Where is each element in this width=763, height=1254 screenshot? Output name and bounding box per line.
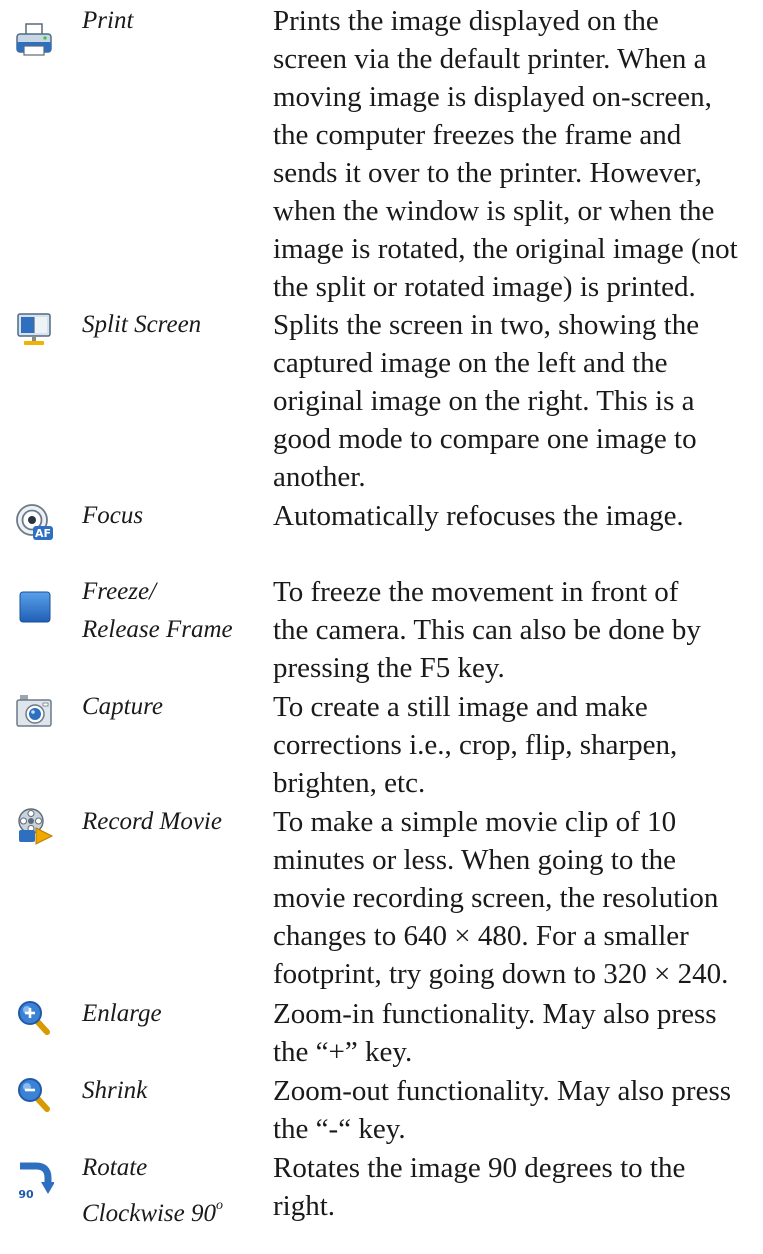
printer-icon[interactable] — [14, 20, 54, 60]
function-description: Rotates the image 90 degrees to the righ… — [273, 1152, 686, 1222]
function-name: Record Movie — [82, 803, 272, 841]
function-name: Shrink — [82, 1072, 272, 1110]
function-description: Splits the screen in two, showing the ca… — [273, 309, 700, 493]
autofocus-icon[interactable]: AF — [14, 502, 54, 542]
function-name-line-text: Clockwise 90 — [82, 1200, 217, 1227]
function-name: Rotate Clockwise 90o — [82, 1149, 272, 1233]
freeze-frame-icon[interactable] — [14, 588, 54, 628]
function-name-line: Record Movie — [82, 808, 222, 835]
function-reference-page: { "items": [ { "icon": "printer-icon", "… — [0, 0, 763, 1254]
function-name: Print — [82, 2, 272, 40]
function-name-line: Freeze/ — [82, 578, 157, 605]
function-name-line: Split Screen — [82, 311, 202, 338]
camera-icon[interactable] — [14, 691, 54, 731]
function-description: To make a simple movie clip of 10 minute… — [273, 806, 729, 990]
function-name-line: Rotate — [82, 1154, 148, 1181]
zoom-in-icon[interactable] — [14, 998, 54, 1038]
function-name: Capture — [82, 688, 272, 726]
zoom-out-icon[interactable] — [14, 1075, 54, 1115]
function-name-line: Release Frame — [82, 616, 233, 643]
function-name-line: Print — [82, 7, 134, 34]
function-description: To create a still image and make correct… — [273, 691, 678, 799]
function-description: Automatically refocuses the image. — [273, 500, 684, 532]
function-name: Split Screen — [82, 306, 272, 344]
function-name-line: Enlarge — [82, 1000, 162, 1027]
split-screen-icon[interactable] — [14, 309, 54, 349]
function-name-line: Capture — [82, 693, 164, 720]
function-name: Enlarge — [82, 995, 272, 1033]
function-description: Prints the image displayed on the screen… — [273, 5, 738, 303]
function-name: Freeze/ Release Frame — [82, 573, 272, 649]
function-name: Focus — [82, 497, 272, 535]
function-name-line: Shrink — [82, 1077, 148, 1104]
degree-superscript: o — [216, 1198, 224, 1213]
function-description: To freeze the movement in front of the c… — [273, 576, 701, 684]
svg-text:AF: AF — [35, 527, 51, 540]
record-movie-icon[interactable] — [14, 806, 54, 846]
rotate-icon-label: 90 — [18, 1188, 34, 1200]
function-description: Zoom-out functionality. May also press t… — [273, 1075, 732, 1145]
rotate-clockwise-90-icon[interactable]: 90 — [14, 1160, 54, 1200]
function-name-line: Focus — [82, 502, 144, 529]
function-name-line: Clockwise 90o — [82, 1187, 272, 1233]
function-description: Zoom-in functionality. May also press th… — [273, 998, 717, 1068]
